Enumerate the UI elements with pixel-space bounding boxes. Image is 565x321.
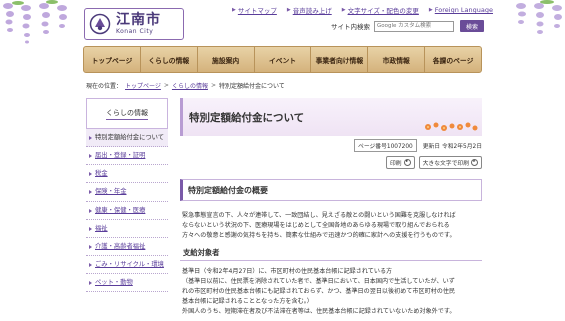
sidebar-link[interactable]: 保険・年金 xyxy=(95,188,126,195)
foreign-language-link-item: ▶ Foreign Language xyxy=(429,5,493,15)
sidebar-item-label: 特別定額給付金について xyxy=(95,134,165,141)
breadcrumb-current: 特別定額給付金について xyxy=(218,83,285,90)
sidebar-heading-text: くらしの情報 xyxy=(106,108,148,120)
sidebar-item-waste: ごみ・リサイクル・環境 xyxy=(86,256,168,274)
city-emblem-icon xyxy=(89,13,111,35)
nav-living-info[interactable]: くらしの情報 xyxy=(141,47,198,72)
sidebar-link[interactable]: ごみ・リサイクル・環境 xyxy=(95,261,164,268)
utility-links: ▶ サイトマップ ▶ 音声読み上げ ▶ 文字サイズ・配色の変更 ▶ Foreign La… xyxy=(232,5,493,15)
sidebar-link[interactable]: 税金 xyxy=(95,170,108,177)
search-label: サイト内検索 xyxy=(331,23,370,31)
wisteria-decoration xyxy=(516,0,562,34)
sidebar-item-welfare: 福祉 xyxy=(86,220,168,238)
text-size-color-link[interactable]: 文字サイズ・配色の変更 xyxy=(348,5,419,15)
eligibility-line: れの市区町村の住民基本台帳にも記録されておらず、かつ、基準日の翌日以後初めて市区… xyxy=(182,287,456,295)
arrow-right-icon: ▸ xyxy=(403,159,411,166)
overview-line: 方々への敬意と感謝の気持ちを持ち、簡素な仕組みで迅速かつ的確に家計への支援を行う… xyxy=(182,232,456,240)
triangle-icon: ▶ xyxy=(341,7,346,13)
overview-line: 緊急事態宣言の下、人々が連帯して、一致団結し、見えざる敵との闘いという国難を克服… xyxy=(182,212,456,219)
wisteria-decoration xyxy=(3,0,67,44)
triangle-icon: ▶ xyxy=(428,7,433,13)
nav-business[interactable]: 事業者向け情報 xyxy=(311,47,369,72)
nav-departments[interactable]: 各課のページ xyxy=(425,47,481,72)
sitemap-link-item: ▶ サイトマップ xyxy=(232,5,277,15)
text-size-link-item: ▶ 文字サイズ・配色の変更 xyxy=(342,5,419,15)
voice-reader-link-item: ▶ 音声読み上げ xyxy=(287,5,332,15)
page-number: ページ番号1007200 xyxy=(354,139,417,152)
sidebar-link[interactable]: 届出・登録・証明 xyxy=(95,152,145,159)
site-logo[interactable]: 江南市 Konan City xyxy=(84,8,184,40)
breadcrumb-link-living[interactable]: くらしの情報 xyxy=(172,81,208,90)
nav-events[interactable]: イベント xyxy=(255,47,312,72)
print-tools: 印刷 ▸ 大きな文字で印刷 ▸ xyxy=(180,156,482,169)
arrow-right-icon: ▸ xyxy=(471,159,478,166)
sidebar-item-registration: 届出・登録・証明 xyxy=(86,147,168,166)
sidebar-item-pets: ペット・動物 xyxy=(86,274,168,293)
page-title-box: 特別定額給付金について xyxy=(180,98,482,136)
section-title: 特別定額給付金の概要 xyxy=(180,179,482,201)
sidebar-item-health: 健康・保健・医療 xyxy=(86,202,168,220)
breadcrumb: 現在の位置： トップページ > くらしの情報 > 特別定額給付金について xyxy=(86,81,285,90)
main-content: 特別定額給付金について ページ番号1007200 更新日 令和2年5月2日 印刷… xyxy=(180,98,482,316)
eligibility-line: 外国人のうち、短期滞在者及び不法滞在者等は、住民基本台帳に記録されていないため対… xyxy=(182,307,456,315)
overview-line: ならないという状況の下、医療現場をはじめとして全国各地のあらゆる現場で取り組んで… xyxy=(182,222,450,230)
updated-date: 更新日 令和2年5月2日 xyxy=(422,144,482,150)
sidebar-heading: くらしの情報 xyxy=(86,98,168,129)
breadcrumb-separator: > xyxy=(163,82,169,89)
triangle-icon: ▶ xyxy=(232,7,236,13)
breadcrumb-separator: > xyxy=(210,82,216,89)
breadcrumb-link-top[interactable]: トップページ xyxy=(125,81,161,90)
eligibility-line: （基準日以前に、住民票を消除されていた者で、基準日において、日本国内で生活してい… xyxy=(182,278,455,285)
page-title: 特別定額給付金について xyxy=(189,111,305,124)
sidebar-item-current: 特別定額給付金について xyxy=(86,129,168,148)
sidebar-link[interactable]: 福祉 xyxy=(95,225,108,232)
nav-city-admin[interactable]: 市政情報 xyxy=(368,47,426,72)
sidebar-item-elderly-care: 介護・高齢者福祉 xyxy=(86,238,168,256)
eligibility-text: 基準日（令和2年4月27日）に、市区町村の住民基本台帳に記録されている方 （基準… xyxy=(180,267,482,316)
sidebar-item-insurance: 保険・年金 xyxy=(86,183,168,202)
sidebar-link[interactable]: ペット・動物 xyxy=(95,279,133,286)
nav-top-page[interactable]: トップページ xyxy=(84,47,141,72)
print-button[interactable]: 印刷 ▸ xyxy=(386,156,415,169)
global-navigation: トップページ くらしの情報 施設案内 イベント 事業者向け情報 市政情報 各課の… xyxy=(83,46,482,73)
flower-decoration xyxy=(425,122,478,131)
breadcrumb-label: 現在の位置： xyxy=(86,83,123,90)
large-print-label: 大きな文字で印刷 xyxy=(422,161,469,167)
sidebar-list: 特別定額給付金について 届出・登録・証明 税金 保険・年金 健康・保健・医療 福… xyxy=(86,129,168,293)
eligibility-heading: 支給対象者 xyxy=(180,248,482,262)
site-header: 江南市 Konan City ▶ サイトマップ ▶ 音声読み上げ ▶ 文字サイズ・配色… xyxy=(0,0,565,46)
nav-facilities[interactable]: 施設案内 xyxy=(198,47,255,72)
logo-english-text: Konan City xyxy=(116,28,154,35)
print-label: 印刷 xyxy=(390,161,402,167)
voice-reader-link[interactable]: 音声読み上げ xyxy=(293,5,332,15)
sidebar-item-tax: 税金 xyxy=(86,165,168,184)
sitemap-link[interactable]: サイトマップ xyxy=(238,5,277,15)
large-print-button[interactable]: 大きな文字で印刷 ▸ xyxy=(418,156,482,169)
search-button[interactable]: 検索 xyxy=(460,20,484,32)
logo-japanese-text: 江南市 xyxy=(116,12,161,28)
sidebar: くらしの情報 特別定額給付金について 届出・登録・証明 税金 保険・年金 健康・… xyxy=(86,98,168,321)
search-input[interactable] xyxy=(374,20,454,32)
eligibility-line: 基本台帳に記録されることとなった方を含む。） xyxy=(182,297,313,305)
triangle-icon: ▶ xyxy=(286,7,291,13)
page-meta: ページ番号1007200 更新日 令和2年5月2日 xyxy=(180,139,482,152)
sidebar-link[interactable]: 介護・高齢者福祉 xyxy=(95,243,145,250)
overview-text: 緊急事態宣言の下、人々が連帯して、一致団結し、見えざる敵との闘いという国難を克服… xyxy=(180,211,482,241)
sidebar-link[interactable]: 健康・保健・医療 xyxy=(95,207,145,214)
eligibility-line: 基準日（令和2年4月27日）に、市区町村の住民基本台帳に記録されている方 xyxy=(182,268,393,276)
site-search: サイト内検索 検索 xyxy=(331,20,484,32)
